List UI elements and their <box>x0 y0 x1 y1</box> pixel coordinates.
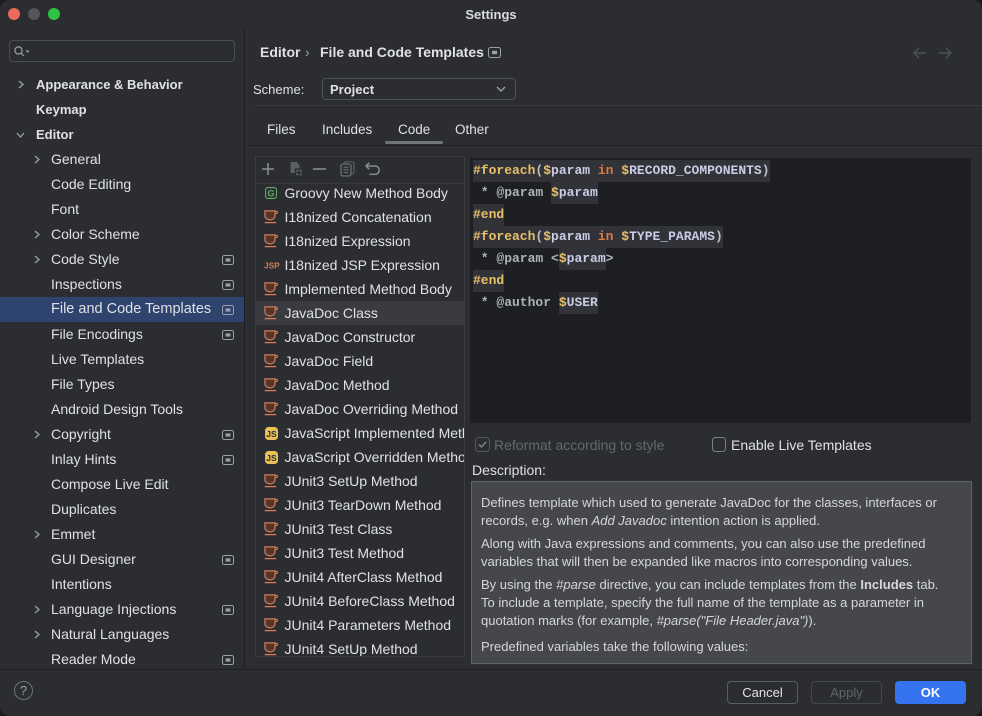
svg-text:JSP: JSP <box>264 260 280 270</box>
svg-text:G: G <box>267 188 274 198</box>
svg-text:JS: JS <box>266 429 277 439</box>
svg-text:JS: JS <box>266 453 277 463</box>
